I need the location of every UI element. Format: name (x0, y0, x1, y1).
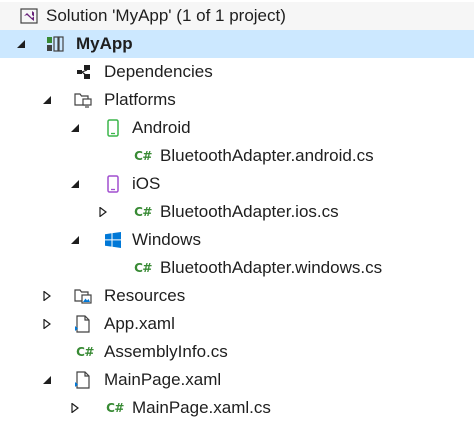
app-xaml-label: App.xaml (104, 314, 175, 333)
tree-row-platforms[interactable]: Platforms (0, 86, 474, 114)
expanded-arrow-icon[interactable] (68, 233, 82, 247)
main-page-xaml-label: MainPage.xaml (104, 370, 222, 389)
collapsed-arrow-icon[interactable] (40, 289, 54, 303)
resources-label: Resources (104, 286, 186, 305)
resources-folder-icon (74, 287, 92, 305)
windows-logo-icon (104, 231, 122, 249)
collapsed-arrow-icon[interactable] (40, 317, 54, 331)
vs-solution-icon (20, 7, 38, 25)
csharp-file-icon: C# (134, 149, 152, 163)
tree-row-ios-adapter[interactable]: C# BluetoothAdapter.ios.cs (0, 198, 474, 226)
tree-row-dependencies[interactable]: Dependencies (0, 58, 474, 86)
csharp-file-icon: C# (76, 345, 94, 359)
tree-row-android-adapter[interactable]: C# BluetoothAdapter.android.cs (0, 142, 474, 170)
dependencies-icon (74, 63, 92, 81)
tree-row-app-xaml[interactable]: App.xaml (0, 310, 474, 338)
csharp-file-icon: C# (134, 261, 152, 275)
solution-label: Solution 'MyApp' (1 of 1 project) (46, 6, 286, 25)
collapsed-arrow-icon[interactable] (96, 205, 110, 219)
ios-label: iOS (132, 174, 161, 193)
tree-row-windows-adapter[interactable]: C# BluetoothAdapter.windows.cs (0, 254, 474, 282)
windows-label: Windows (132, 230, 201, 249)
expanded-arrow-icon[interactable] (68, 177, 82, 191)
tree-row-main-page-xaml[interactable]: MainPage.xaml (0, 366, 474, 394)
main-page-cs-label: MainPage.xaml.cs (132, 398, 271, 417)
expanded-arrow-icon[interactable] (40, 373, 54, 387)
windows-adapter-label: BluetoothAdapter.windows.cs (160, 258, 383, 277)
tree-row-project[interactable]: MyApp (0, 30, 474, 58)
android-label: Android (132, 118, 191, 137)
csharp-project-icon (46, 35, 64, 53)
collapsed-arrow-icon[interactable] (68, 401, 82, 415)
platforms-label: Platforms (104, 90, 176, 109)
tree-row-solution[interactable]: Solution 'MyApp' (1 of 1 project) (0, 2, 474, 30)
ios-adapter-label: BluetoothAdapter.ios.cs (160, 202, 339, 221)
xaml-file-icon (74, 315, 92, 333)
android-adapter-label: BluetoothAdapter.android.cs (160, 146, 374, 165)
expanded-arrow-icon[interactable] (40, 93, 54, 107)
tree-row-android[interactable]: Android (0, 114, 474, 142)
csharp-file-icon: C# (134, 205, 152, 219)
project-label: MyApp (76, 34, 133, 53)
tree-row-assembly-info[interactable]: C# AssemblyInfo.cs (0, 338, 474, 366)
ios-phone-icon (104, 175, 122, 193)
tree-row-main-page-cs[interactable]: C# MainPage.xaml.cs (0, 394, 474, 422)
csharp-file-icon: C# (106, 401, 124, 415)
dependencies-label: Dependencies (104, 62, 213, 81)
android-phone-icon (104, 119, 122, 137)
tree-row-resources[interactable]: Resources (0, 282, 474, 310)
tree-row-ios[interactable]: iOS (0, 170, 474, 198)
expanded-arrow-icon[interactable] (14, 37, 28, 51)
expanded-arrow-icon[interactable] (68, 121, 82, 135)
tree-row-windows[interactable]: Windows (0, 226, 474, 254)
platforms-folder-icon (74, 91, 92, 109)
assembly-info-label: AssemblyInfo.cs (104, 342, 228, 361)
solution-explorer-tree: Solution 'MyApp' (1 of 1 project) MyApp (0, 0, 474, 442)
xaml-file-icon (74, 371, 92, 389)
